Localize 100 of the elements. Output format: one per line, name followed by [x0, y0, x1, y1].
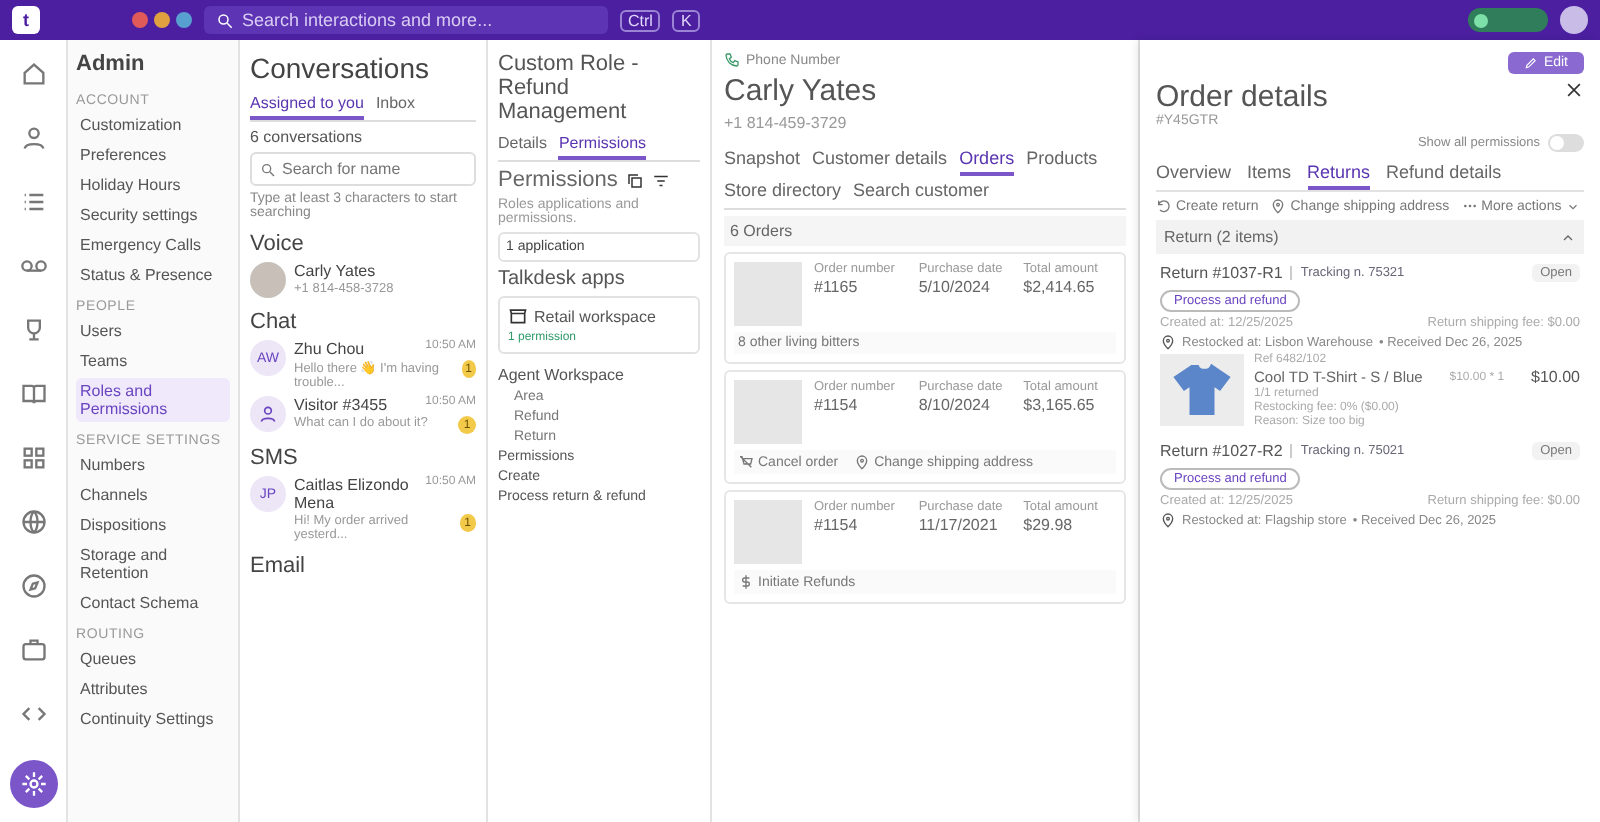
orders-count: 6 Orders: [724, 216, 1126, 246]
field-value: #1154: [814, 516, 860, 534]
tab[interactable]: Customer details: [812, 144, 948, 176]
filter-icon[interactable]: [651, 171, 670, 189]
field-value: 11/17/2021: [918, 516, 1000, 534]
panel-title: Conversations: [250, 52, 431, 84]
menu-item[interactable]: Customization: [76, 112, 230, 138]
status-dot: [132, 12, 148, 28]
location-pin-icon: [1270, 198, 1287, 214]
search-field[interactable]: Search for name: [250, 152, 476, 186]
page-title: Custom Role - Refund Management: [498, 52, 641, 124]
tab[interactable]: Refund details: [1386, 158, 1502, 190]
group-heading: Agent Workspace: [498, 366, 626, 384]
location-pin-icon: [854, 454, 871, 470]
app-logo[interactable]: t: [12, 6, 40, 34]
briefcase-icon[interactable]: [19, 636, 47, 664]
person-icon: [258, 404, 278, 424]
tab[interactable]: Snapshot: [724, 144, 801, 176]
globe-icon[interactable]: [19, 508, 47, 536]
photo-placeholder: [734, 262, 802, 326]
avatar[interactable]: [1560, 6, 1588, 34]
status-toggle[interactable]: [1468, 8, 1548, 32]
photo-placeholder: [734, 380, 802, 444]
contact-name: Visitor #3455: [294, 396, 388, 414]
pencil-icon: [1523, 56, 1538, 70]
close-icon[interactable]: [1564, 80, 1584, 100]
phone-icon: [724, 52, 740, 68]
item-total: $10.00: [1531, 368, 1580, 386]
photo-placeholder: [734, 500, 802, 564]
shortcut-key: K: [672, 9, 700, 31]
search-icon: [260, 161, 276, 177]
channel-heading: SMS: [250, 446, 300, 470]
menu-item[interactable]: Roles and Permissions: [76, 378, 230, 422]
menu-item[interactable]: Status & Presence: [76, 262, 230, 288]
menu-item[interactable]: Contact Schema: [76, 590, 230, 616]
tab[interactable]: Details: [498, 130, 547, 160]
tab[interactable]: Items: [1247, 158, 1292, 190]
customer-name: Carly Yates: [724, 74, 879, 108]
channel-heading: Chat: [250, 310, 299, 334]
tab[interactable]: Store directory: [724, 176, 842, 208]
grid-icon[interactable]: [19, 444, 47, 472]
copy-icon[interactable]: [625, 171, 644, 189]
field-value: $2,414.65: [1023, 278, 1097, 296]
menu-item[interactable]: Queues: [76, 646, 230, 672]
phone-number: +1 814-459-3729: [724, 114, 849, 132]
menu-item[interactable]: Storage and Retention: [76, 542, 230, 586]
menu-item[interactable]: Security settings: [76, 202, 230, 228]
toggle-switch[interactable]: [1548, 134, 1584, 152]
tab[interactable]: Permissions: [558, 130, 647, 160]
tab[interactable]: Overview: [1156, 158, 1232, 190]
tab[interactable]: Orders: [959, 144, 1015, 176]
app-name: Retail workspace: [534, 307, 656, 325]
menu-item[interactable]: Holiday Hours: [76, 172, 230, 198]
tshirt-icon: [1172, 360, 1232, 420]
compass-icon[interactable]: [19, 572, 47, 600]
dollar-icon: [738, 574, 754, 590]
contact-name: Caitlas Elizondo Mena: [294, 476, 411, 512]
location-pin-icon: [1160, 334, 1176, 350]
book-icon[interactable]: [19, 380, 47, 408]
field-value: 8/10/2024: [918, 396, 992, 414]
group-heading: Talkdesk apps: [498, 268, 627, 290]
menu-item[interactable]: Teams: [76, 348, 230, 374]
search-icon: [216, 11, 234, 29]
field-value: #1154: [814, 396, 860, 414]
tab[interactable]: Returns: [1307, 158, 1371, 190]
list-icon[interactable]: [19, 188, 47, 216]
menu-title: Admin: [76, 52, 147, 76]
home-icon[interactable]: [19, 60, 47, 88]
location-pin-icon: [1160, 512, 1176, 528]
menu-item[interactable]: Emergency Calls: [76, 232, 230, 258]
menu-item[interactable]: Attributes: [76, 676, 230, 702]
return-number: Return #1037-R1: [1160, 264, 1283, 282]
status-dot: [176, 12, 192, 28]
tab[interactable]: Inbox: [375, 90, 416, 120]
field-value: $29.98: [1023, 516, 1075, 534]
status-dot: [154, 12, 170, 28]
cart-icon: [738, 454, 754, 470]
field-value: $3,165.65: [1023, 396, 1097, 414]
field-value: #1165: [814, 278, 860, 296]
chevron-down-icon: [1565, 199, 1580, 213]
person-icon[interactable]: [19, 124, 47, 152]
tab[interactable]: Assigned to you: [250, 90, 364, 120]
menu-item[interactable]: Channels: [76, 482, 230, 508]
menu-item[interactable]: Users: [76, 318, 230, 344]
menu-item[interactable]: Preferences: [76, 142, 230, 168]
conversation-count: 6 conversations: [250, 128, 365, 146]
panel-title: Order details: [1156, 80, 1328, 114]
undo-icon: [1156, 198, 1172, 214]
menu-item[interactable]: Numbers: [76, 452, 230, 478]
channel-heading: Email: [250, 554, 308, 578]
tab[interactable]: Search customer: [853, 176, 990, 208]
menu-item[interactable]: Dispositions: [76, 512, 230, 538]
section-header[interactable]: Return (2 items): [1156, 220, 1584, 254]
contact-name: Zhu Chou: [294, 340, 365, 358]
search-placeholder: Search interactions and more...: [242, 10, 493, 30]
search-field[interactable]: Search interactions and more...: [204, 6, 608, 34]
menu-item[interactable]: Continuity Settings: [76, 706, 230, 732]
section-title: Permissions: [498, 168, 618, 192]
tab[interactable]: Products: [1026, 144, 1098, 176]
photo-placeholder: [250, 262, 286, 298]
